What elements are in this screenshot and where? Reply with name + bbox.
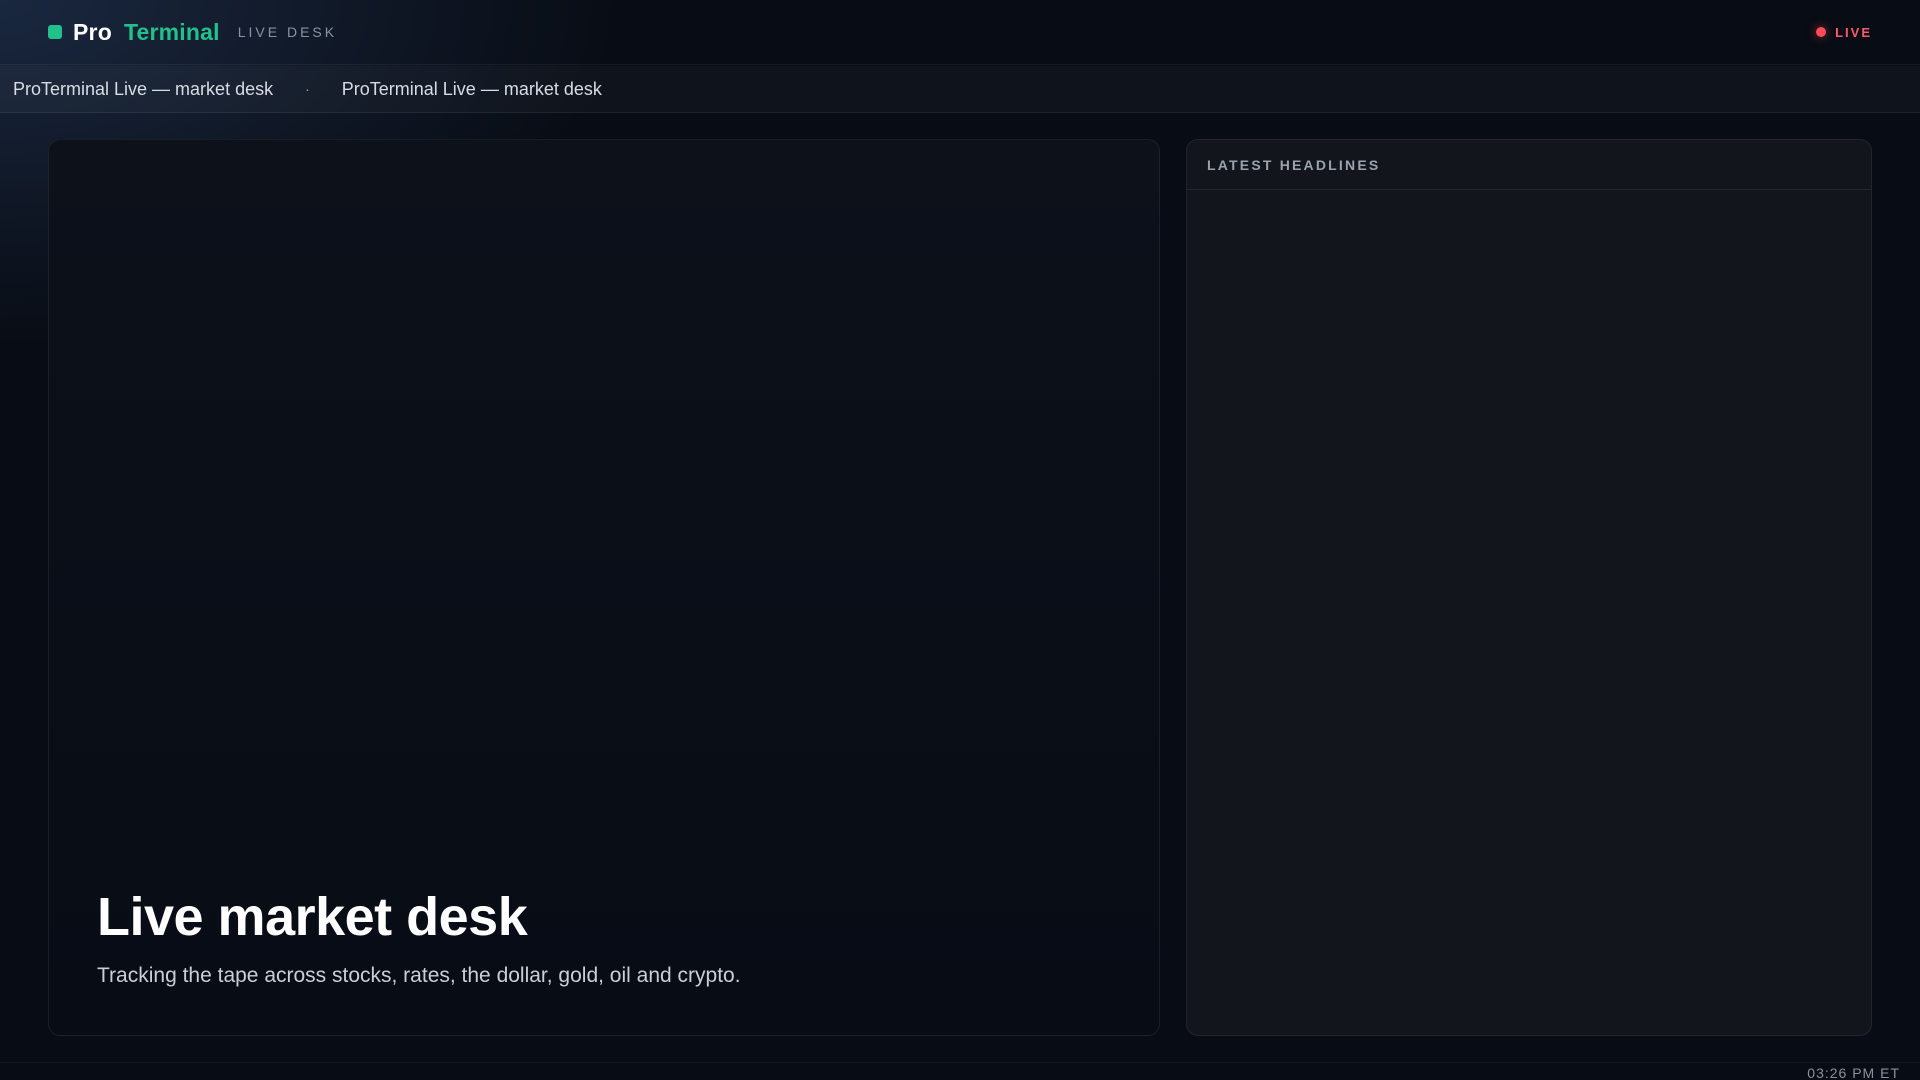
hero-title: Live market desk xyxy=(97,887,528,947)
headlines-list xyxy=(1187,190,1871,1035)
ticker-item[interactable]: ProTerminal Live — market desk xyxy=(342,79,602,100)
headlines-panel: LATEST HEADLINES xyxy=(1186,139,1872,1036)
footer-bar: 03:26 PM ET xyxy=(0,1062,1920,1080)
clock-time: 03:26 PM ET xyxy=(1807,1065,1900,1080)
headlines-title: LATEST HEADLINES xyxy=(1187,140,1871,190)
logo-mark-icon xyxy=(48,25,62,39)
hero-panel: Live market desk Tracking the tape acros… xyxy=(48,139,1160,1036)
brand-name-terminal: Terminal xyxy=(123,18,220,45)
news-ticker: ProTerminal Live — market desk · ProTerm… xyxy=(0,66,1920,113)
hero-subtitle: Tracking the tape across stocks, rates, … xyxy=(97,964,741,987)
top-bar: Pro Terminal LIVE DESK LIVE xyxy=(0,0,1920,65)
ticker-separator: · xyxy=(305,81,310,97)
brand-name-pro: Pro xyxy=(73,18,112,45)
live-label: LIVE xyxy=(1835,24,1872,40)
brand-subtitle: LIVE DESK xyxy=(237,24,338,40)
live-indicator-icon xyxy=(1816,27,1827,37)
ticker-item[interactable]: ProTerminal Live — market desk xyxy=(13,79,273,100)
live-badge: LIVE xyxy=(1808,19,1872,46)
